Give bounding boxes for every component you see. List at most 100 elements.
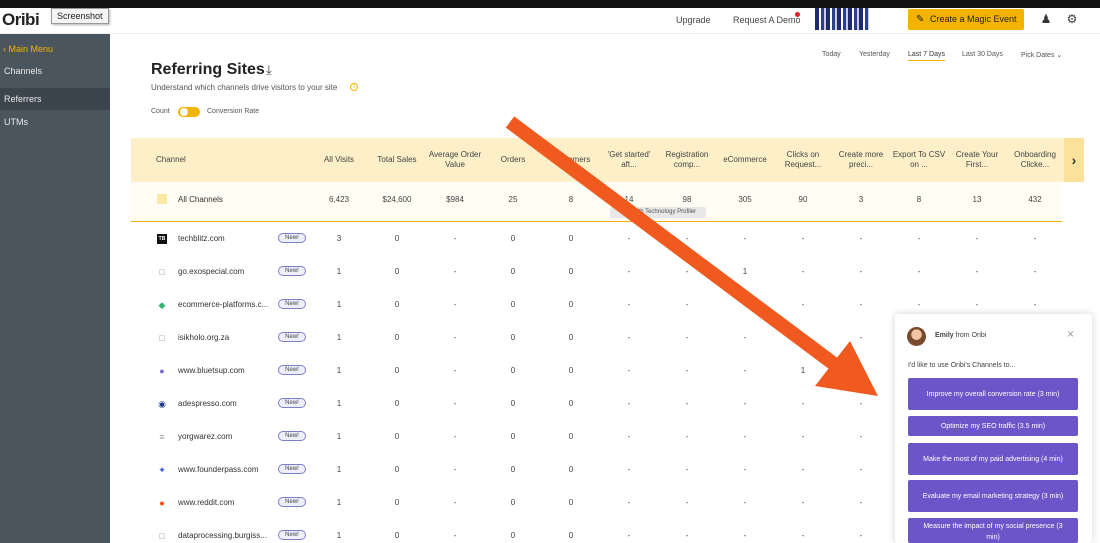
table-cell: 98: [682, 195, 692, 204]
column-header[interactable]: Create more preci...: [832, 138, 890, 182]
table-cell: -: [685, 432, 689, 441]
table-cell: -: [685, 300, 689, 309]
count-conversion-toggle[interactable]: [178, 107, 200, 117]
table-cell: -: [627, 531, 631, 540]
column-header[interactable]: Average Order Value: [426, 138, 484, 182]
user-avatar[interactable]: [815, 8, 869, 30]
site-favicon-icon: ●: [159, 366, 165, 376]
download-icon[interactable]: ⤓: [266, 62, 272, 78]
create-magic-event-button[interactable]: ✎ Create a Magic Event: [908, 9, 1024, 30]
table-cell: 0: [394, 267, 400, 276]
date-filter-today[interactable]: Today: [822, 51, 841, 58]
toggle-count-label: Count: [151, 108, 170, 115]
table-cell: -: [1033, 267, 1037, 276]
table-cell: 0: [510, 366, 516, 375]
column-header[interactable]: All Visits: [310, 138, 368, 182]
site-name-link[interactable]: www.bluetsup.com: [178, 366, 245, 375]
table-cell: -: [627, 399, 631, 408]
site-name-link[interactable]: techblitz.com: [178, 234, 225, 243]
chat-option-conversion[interactable]: Improve my overall conversion rate (3 mi…: [908, 378, 1078, 410]
all-channels-icon: [157, 194, 167, 204]
sidebar-item-utms[interactable]: UTMs: [0, 111, 110, 133]
site-name-link[interactable]: go.exospecial.com: [178, 267, 244, 276]
info-icon[interactable]: i: [350, 83, 358, 91]
table-cell: -: [859, 234, 863, 243]
all-channels-row[interactable]: All Channels 6,423 $24,600 $984 25 8 14 98 305 90…: [131, 182, 1062, 222]
column-header[interactable]: Export To CSV on ...: [890, 138, 948, 182]
table-cell: -: [859, 498, 863, 507]
table-cell: -: [859, 432, 863, 441]
table-cell: 0: [394, 366, 400, 375]
sidebar-item-channels[interactable]: Channels: [0, 60, 110, 82]
page-subtitle: Understand which channels drive visitors…: [151, 83, 338, 92]
column-header[interactable]: Clicks on Request...: [774, 138, 832, 182]
table-cell: -: [453, 432, 457, 441]
table-cell: -: [743, 498, 747, 507]
table-cell: -: [743, 399, 747, 408]
date-filter-last-30-days[interactable]: Last 30 Days: [962, 51, 1003, 58]
site-name-link[interactable]: yorgwarez.com: [178, 432, 232, 441]
table-row[interactable]: TB techblitz.com New! 3 0 - 0 0 - - - - - - - -: [131, 222, 1062, 255]
new-badge: New!: [278, 497, 306, 507]
column-header[interactable]: eCommerce: [716, 138, 774, 182]
table-row[interactable]: □ go.exospecial.com New! 1 0 - 0 0 - - 1 - - - - -: [131, 255, 1062, 288]
table-cell: -: [801, 267, 805, 276]
table-cell: 1: [336, 333, 342, 342]
site-favicon-icon: ◆: [158, 300, 166, 310]
sidebar-item-referrers[interactable]: Referrers: [0, 88, 110, 110]
table-cell: -: [743, 300, 747, 309]
table-cell: -: [685, 399, 689, 408]
upgrade-link[interactable]: Upgrade: [676, 15, 711, 25]
column-header[interactable]: Onboarding Clicke...: [1006, 138, 1064, 182]
scroll-right-button[interactable]: ›: [1064, 138, 1084, 182]
site-favicon-icon: TB: [157, 234, 167, 244]
column-header[interactable]: Channel: [156, 138, 214, 182]
table-cell: -: [453, 333, 457, 342]
site-name-link[interactable]: adespresso.com: [178, 399, 237, 408]
gear-icon[interactable]: ⚙: [1065, 12, 1079, 26]
new-badge: New!: [278, 464, 306, 474]
table-cell: -: [685, 531, 689, 540]
column-header[interactable]: 'Get started' aft...: [600, 138, 658, 182]
table-cell: -: [685, 366, 689, 375]
site-name-link[interactable]: www.reddit.com: [178, 498, 234, 507]
table-cell: 0: [568, 267, 574, 276]
toggle-conversion-label: Conversion Rate: [207, 108, 260, 115]
sidebar-back[interactable]: ‹ Main Menu: [3, 44, 53, 54]
table-cell: 0: [510, 465, 516, 474]
site-name-link[interactable]: isikholo.org.za: [178, 333, 229, 342]
table-cell: -: [859, 333, 863, 342]
table-cell: 90: [798, 195, 808, 204]
new-badge: New!: [278, 365, 306, 375]
date-filter-yesterday[interactable]: Yesterday: [859, 51, 890, 58]
table-cell: 3: [336, 234, 342, 243]
table-cell: -: [743, 333, 747, 342]
table-cell: 0: [394, 234, 400, 243]
chat-option-email[interactable]: Evaluate my email marketing strategy (3 …: [908, 480, 1078, 512]
add-user-icon[interactable]: ♟: [1039, 12, 1053, 26]
column-header[interactable]: Orders: [484, 138, 542, 182]
site-name-link[interactable]: ecommerce-platforms.c...: [178, 300, 268, 309]
sidebar: ‹ Main Menu Channels Referrers UTMs: [0, 34, 110, 543]
table-cell: -: [627, 465, 631, 474]
oribi-logo[interactable]: Oribi: [2, 10, 40, 30]
column-header[interactable]: Total Sales: [368, 138, 426, 182]
table-cell: -: [859, 399, 863, 408]
date-filter-last-7-days[interactable]: Last 7 Days: [908, 51, 945, 61]
request-demo-link[interactable]: Request A Demo: [733, 15, 801, 25]
chat-option-paid-ads[interactable]: Make the most of my paid advertising (4 …: [908, 443, 1078, 475]
chat-option-social[interactable]: Measure the impact of my social presence…: [908, 518, 1078, 543]
table-cell: -: [627, 366, 631, 375]
chat-message: I'd like to use Oribi's Channels to...: [908, 362, 1016, 369]
close-icon[interactable]: ×: [1067, 327, 1074, 341]
column-header[interactable]: Customers: [542, 138, 600, 182]
chat-option-seo[interactable]: Optimize my SEO traffic (3.5 min): [908, 416, 1078, 436]
notification-dot: [795, 12, 800, 17]
site-name-link[interactable]: dataprocessing.burgiss...: [178, 531, 267, 540]
column-header[interactable]: Create Your First...: [948, 138, 1006, 182]
column-header[interactable]: Registration comp...: [658, 138, 716, 182]
table-cell: 1: [336, 432, 342, 441]
date-filter-pick-dates[interactable]: Pick Dates ⌄: [1021, 51, 1062, 59]
new-badge: New!: [278, 233, 306, 243]
site-name-link[interactable]: www.founderpass.com: [178, 465, 258, 474]
